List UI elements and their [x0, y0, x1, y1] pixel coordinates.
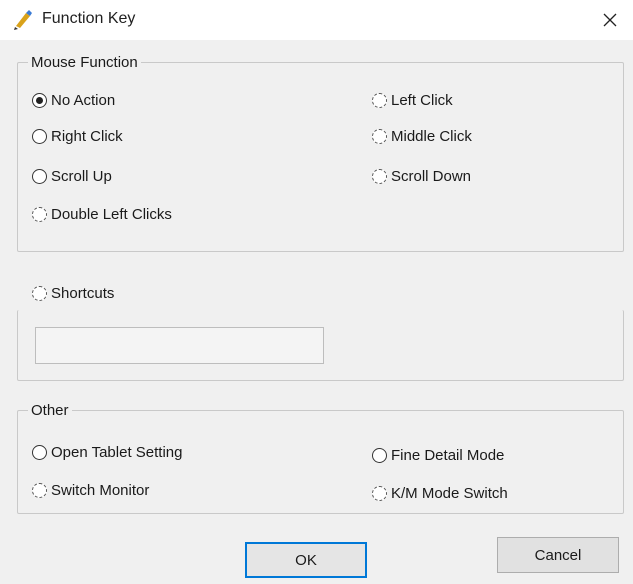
- radio-no-action[interactable]: No Action: [32, 92, 115, 109]
- radio-fine-detail-mode[interactable]: Fine Detail Mode: [372, 447, 504, 464]
- mouse-function-legend: Mouse Function: [31, 54, 138, 71]
- radio-label: Left Click: [391, 92, 453, 109]
- radio-circle[interactable]: [372, 129, 387, 144]
- radio-left-click[interactable]: Left Click: [372, 92, 453, 109]
- radio-label: K/M Mode Switch: [391, 485, 508, 502]
- window-title: Function Key: [42, 10, 136, 27]
- radio-open-tablet-setting[interactable]: Open Tablet Setting: [32, 444, 182, 461]
- other-legend: Other: [31, 402, 69, 419]
- radio-circle[interactable]: [32, 286, 47, 301]
- radio-label: Scroll Up: [51, 168, 112, 185]
- radio-shortcuts[interactable]: Shortcuts: [32, 285, 114, 302]
- ok-button[interactable]: OK: [245, 542, 367, 578]
- radio-label: Switch Monitor: [51, 482, 150, 499]
- radio-circle[interactable]: [32, 445, 47, 460]
- radio-circle[interactable]: [32, 207, 47, 222]
- title-bar: Function Key: [0, 0, 633, 40]
- radio-label: Double Left Clicks: [51, 206, 172, 223]
- radio-circle[interactable]: [32, 129, 47, 144]
- radio-label: Scroll Down: [391, 168, 472, 185]
- radio-middle-click[interactable]: Middle Click: [372, 128, 472, 145]
- radio-circle[interactable]: [32, 169, 47, 184]
- radio-scroll-down[interactable]: Scroll Down: [372, 168, 471, 185]
- radio-circle[interactable]: [32, 483, 47, 498]
- radio-circle[interactable]: [32, 93, 47, 108]
- radio-label: Right Click: [51, 128, 123, 145]
- radio-km-mode-switch[interactable]: K/M Mode Switch: [372, 485, 508, 502]
- radio-label: Fine Detail Mode: [391, 447, 505, 464]
- radio-label: No Action: [51, 92, 116, 109]
- close-icon: [603, 13, 617, 27]
- radio-label: Shortcuts: [51, 285, 115, 302]
- radio-label: Middle Click: [391, 128, 472, 145]
- close-button[interactable]: [587, 0, 633, 40]
- radio-circle[interactable]: [372, 486, 387, 501]
- radio-circle[interactable]: [372, 169, 387, 184]
- radio-circle[interactable]: [372, 93, 387, 108]
- app-icon: [14, 10, 32, 30]
- cancel-button[interactable]: Cancel: [497, 537, 619, 573]
- radio-double-left-clicks[interactable]: Double Left Clicks: [32, 206, 172, 223]
- radio-circle[interactable]: [372, 448, 387, 463]
- radio-scroll-up[interactable]: Scroll Up: [32, 168, 112, 185]
- shortcut-input[interactable]: [35, 327, 324, 364]
- radio-right-click[interactable]: Right Click: [32, 128, 123, 145]
- radio-switch-monitor[interactable]: Switch Monitor: [32, 482, 149, 499]
- radio-label: Open Tablet Setting: [51, 444, 183, 461]
